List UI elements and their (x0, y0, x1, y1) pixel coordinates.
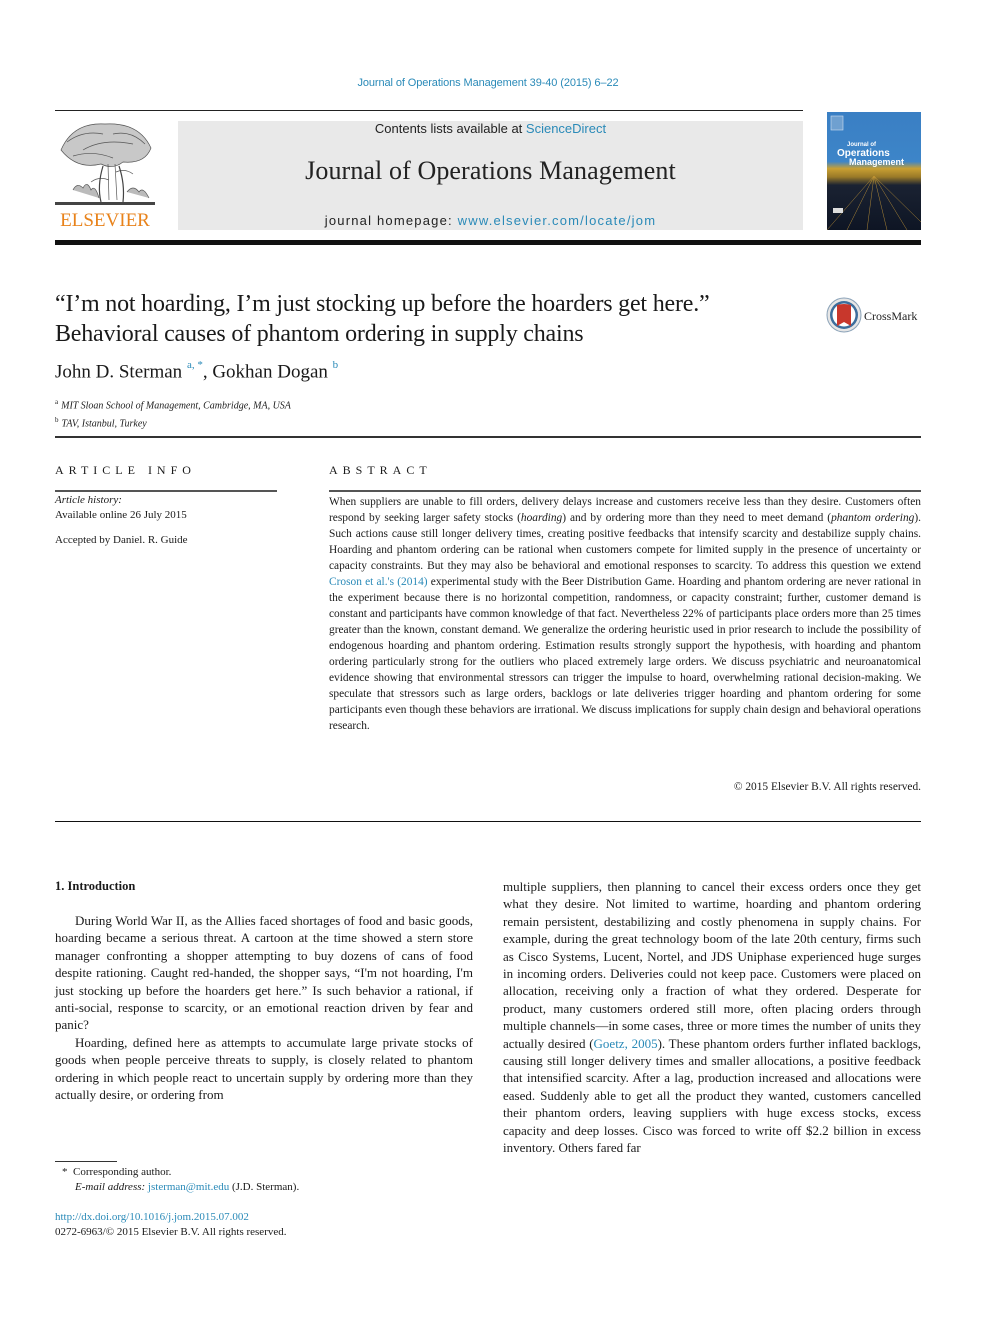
crossmark-label: CrossMark (864, 309, 918, 323)
body-segment: ). These phantom orders further inflated… (503, 1035, 921, 1156)
body-paragraph: During World War II, as the Allies faced… (55, 913, 473, 1033)
contents-available-line: Contents lists available at ScienceDirec… (178, 121, 803, 136)
abstract-bottom-rule (55, 821, 921, 822)
contents-prefix: Contents lists available at (374, 121, 526, 136)
article-history-value: Available online 26 July 2015 (55, 509, 187, 521)
elsevier-wordmark: ELSEVIER (60, 210, 150, 231)
journal-cover-image[interactable]: Journal of Operations Management (827, 112, 921, 230)
journal-homepage-line: journal homepage: www.elsevier.com/locat… (178, 213, 803, 228)
section-rule (55, 436, 921, 438)
author-separator: , (202, 361, 213, 383)
journal-homepage-link[interactable]: www.elsevier.com/locate/jom (458, 213, 657, 228)
journal-banner: Contents lists available at ScienceDirec… (178, 121, 803, 230)
journal-name: Journal of Operations Management (305, 156, 676, 185)
affiliation-text: MIT Sloan School of Management, Cambridg… (61, 400, 291, 412)
article-info-rule (55, 490, 277, 492)
affiliation-item: a MIT Sloan School of Management, Cambrid… (55, 395, 291, 413)
abstract-copyright: © 2015 Elsevier B.V. All rights reserved… (733, 781, 921, 793)
footnote-text: Corresponding author. (73, 1166, 172, 1178)
body-column-right: multiple suppliers, then planning to can… (503, 878, 921, 1157)
abstract-term-hoarding: hoarding (520, 512, 563, 524)
title-line-2: Behavioral causes of phantom ordering in… (55, 321, 584, 347)
body-paragraph: Hoarding, defined here as attempts to ac… (55, 1034, 473, 1103)
cover-title-line3: Management (849, 157, 904, 167)
corresponding-author-note: * Corresponding author. (62, 1166, 171, 1178)
section-heading-introduction: 1. Introduction (55, 879, 136, 893)
email-link[interactable]: jsterman@mit.edu (148, 1181, 229, 1193)
doi-link[interactable]: http://dx.doi.org/10.1016/j.jom.2015.07.… (55, 1211, 249, 1223)
article-history-label: Article history: (55, 494, 122, 506)
abstract-rule (329, 490, 921, 492)
affiliation-text: TAV, Istanbul, Turkey (61, 418, 147, 430)
elsevier-tree-icon (55, 123, 155, 205)
article-title: “I’m not hoarding, I’m just stocking up … (55, 289, 815, 349)
author-name[interactable]: John D. Sterman (55, 361, 182, 382)
header-thick-rule (55, 240, 921, 245)
abstract-segment: experimental study with the Beer Distrib… (329, 576, 922, 732)
homepage-prefix: journal homepage: (324, 213, 458, 228)
article-info-heading: ARTICLE INFO (55, 463, 196, 477)
issn-copyright: 0272-6963/© 2015 Elsevier B.V. All right… (55, 1226, 287, 1238)
elsevier-logo[interactable]: ELSEVIER (53, 120, 157, 232)
author-affiliation-mark[interactable]: a, * (187, 359, 203, 371)
title-line-1: “I’m not hoarding, I’m just stocking up … (55, 291, 710, 317)
accepted-by: Accepted by Daniel. R. Guide (55, 534, 188, 546)
email-owner: (J.D. Sterman). (229, 1181, 300, 1193)
affiliation-item: b TAV, Istanbul, Turkey (55, 413, 291, 431)
body-column-left: During World War II, as the Allies faced… (55, 912, 473, 1103)
email-label: E-mail address: (75, 1181, 146, 1193)
affiliation-mark: b (55, 416, 59, 425)
affiliation-mark: a (55, 398, 59, 406)
sciencedirect-link[interactable]: ScienceDirect (526, 121, 606, 136)
author-list: John D. Sterman a, *, Gokhan Dogan b (55, 359, 339, 383)
croson-citation-link[interactable]: Croson et al.'s (2014) (329, 576, 428, 588)
author-name[interactable]: Gokhan Dogan (212, 361, 328, 382)
author-affiliation-mark[interactable]: b (333, 359, 339, 371)
abstract-text: When suppliers are unable to fill orders… (329, 494, 921, 734)
journal-citation[interactable]: Journal of Operations Management 39-40 (… (0, 77, 976, 89)
goetz-citation-link[interactable]: Goetz, 2005 (594, 1036, 658, 1051)
top-rule (55, 110, 803, 111)
abstract-term-phantom-ordering: phantom ordering (831, 512, 915, 524)
abstract-heading: ABSTRACT (329, 463, 432, 477)
footnote-rule (55, 1161, 117, 1162)
body-paragraph: multiple suppliers, then planning to can… (503, 878, 921, 1157)
crossmark-icon (826, 297, 862, 333)
affiliations: a MIT Sloan School of Management, Cambrid… (55, 395, 291, 432)
crossmark-badge[interactable]: CrossMark (826, 297, 926, 335)
body-segment: multiple suppliers, then planning to can… (503, 879, 921, 1051)
abstract-segment: ) and by ordering more than they need to… (562, 512, 832, 524)
email-note: E-mail address: jsterman@mit.edu (J.D. S… (75, 1181, 299, 1193)
footnote-mark: * (62, 1166, 68, 1178)
cover-art-icon: Journal of Operations Management (827, 115, 921, 230)
